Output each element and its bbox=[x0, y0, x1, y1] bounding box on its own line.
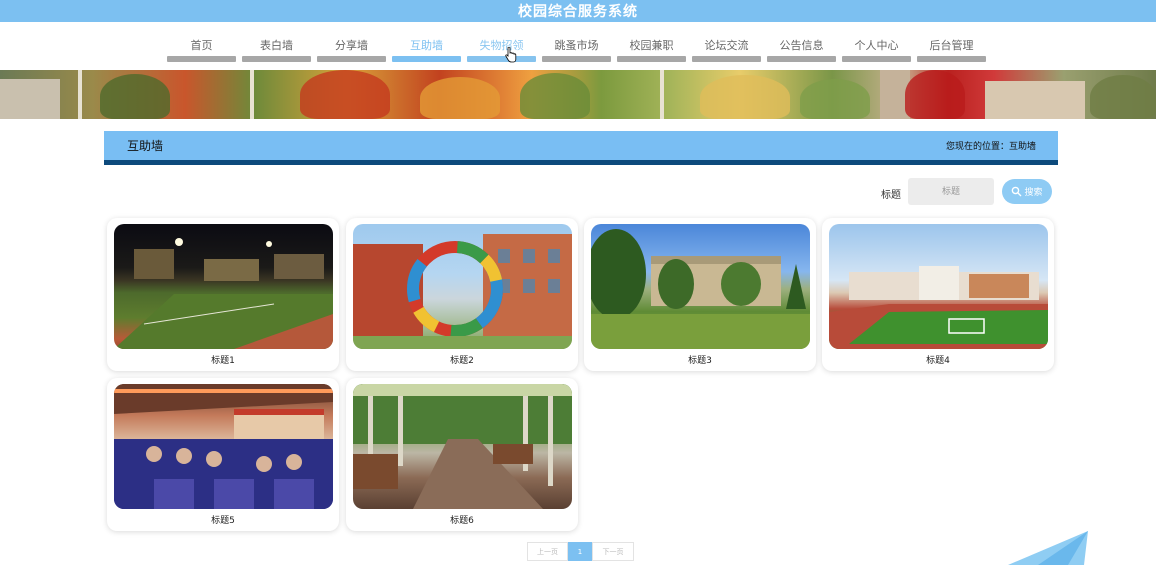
nav-item-share-wall[interactable]: 分享墙 bbox=[317, 22, 386, 70]
nav-item-flea-market[interactable]: 跳蚤市场 bbox=[542, 22, 611, 70]
search-input[interactable] bbox=[908, 178, 994, 205]
paper-plane-decoration-icon bbox=[1008, 531, 1088, 565]
hand-pointer-cursor-icon bbox=[505, 47, 517, 63]
nav-item-bar bbox=[692, 56, 761, 62]
nav-item-label: 个人中心 bbox=[854, 39, 899, 52]
nav-item-forum[interactable]: 论坛交流 bbox=[692, 22, 761, 70]
nav-item-confession-wall[interactable]: 表白墙 bbox=[242, 22, 311, 70]
nav-item-bar bbox=[167, 56, 236, 62]
search-button-label: 搜索 bbox=[1024, 188, 1043, 198]
card-title: 标题1 bbox=[211, 356, 235, 366]
nav-item-label: 论坛交流 bbox=[704, 39, 749, 52]
next-page-button[interactable]: 下一页 bbox=[592, 542, 634, 561]
nav-item-label: 跳蚤市场 bbox=[554, 39, 599, 52]
card-title: 标题3 bbox=[688, 356, 712, 366]
nav-item-bar bbox=[467, 56, 536, 62]
search-label: 标题 bbox=[881, 190, 901, 201]
card-thumbnail-image bbox=[829, 224, 1048, 349]
list-item[interactable]: 标题2 bbox=[346, 218, 578, 371]
nav-item-home[interactable]: 首页 bbox=[167, 22, 236, 70]
nav-item-announcements[interactable]: 公告信息 bbox=[767, 22, 836, 70]
card-title: 标题5 bbox=[211, 516, 235, 526]
card-thumbnail-image bbox=[114, 384, 333, 509]
prev-page-button[interactable]: 上一页 bbox=[527, 542, 568, 561]
title-bar: 校园综合服务系统 bbox=[0, 0, 1156, 22]
nav-item-bar bbox=[392, 56, 461, 62]
pagination: 上一页 1 下一页 bbox=[527, 542, 634, 561]
list-item[interactable]: 标题3 bbox=[584, 218, 816, 371]
nav-item-bar bbox=[617, 56, 686, 62]
nav-item-label: 校园兼职 bbox=[629, 39, 674, 52]
card-thumbnail-image bbox=[353, 384, 572, 509]
nav-item-bar bbox=[767, 56, 836, 62]
nav-item-profile[interactable]: 个人中心 bbox=[842, 22, 911, 70]
section-title: 互助墙 bbox=[127, 139, 164, 153]
nav-list: 首页 表白墙 分享墙 互助墙 失物招领 跳蚤市场 校园兼职 论坛交流 公告信息 … bbox=[167, 22, 992, 70]
list-item[interactable]: 标题5 bbox=[107, 378, 339, 531]
nav-item-label: 表白墙 bbox=[260, 39, 293, 52]
card-title: 标题2 bbox=[450, 356, 474, 366]
list-item[interactable]: 标题1 bbox=[107, 218, 339, 371]
nav-item-label: 分享墙 bbox=[335, 39, 368, 52]
app-title: 校园综合服务系统 bbox=[518, 4, 638, 20]
nav-item-admin[interactable]: 后台管理 bbox=[917, 22, 986, 70]
nav-item-lost-found[interactable]: 失物招领 bbox=[467, 22, 536, 70]
nav-item-label: 后台管理 bbox=[929, 39, 974, 52]
main-nav: 首页 表白墙 分享墙 互助墙 失物招领 跳蚤市场 校园兼职 论坛交流 公告信息 … bbox=[0, 22, 1156, 70]
card-title: 标题4 bbox=[926, 356, 950, 366]
nav-item-part-time[interactable]: 校园兼职 bbox=[617, 22, 686, 70]
card-thumbnail-image bbox=[353, 224, 572, 349]
nav-item-label: 首页 bbox=[190, 39, 213, 52]
card-title: 标题6 bbox=[450, 516, 474, 526]
nav-item-bar bbox=[917, 56, 986, 62]
nav-item-bar bbox=[242, 56, 311, 62]
breadcrumb: 您现在的位置：互助墙 bbox=[945, 142, 1036, 152]
campus-banner-image bbox=[0, 70, 1156, 119]
nav-item-bar bbox=[317, 56, 386, 62]
search-button[interactable]: 搜索 bbox=[1002, 179, 1052, 204]
page-number-button[interactable]: 1 bbox=[568, 542, 592, 561]
nav-item-label: 失物招领 bbox=[479, 39, 524, 52]
list-item[interactable]: 标题4 bbox=[822, 218, 1054, 371]
card-thumbnail-image bbox=[591, 224, 810, 349]
card-thumbnail-image bbox=[114, 224, 333, 349]
nav-item-label: 互助墙 bbox=[410, 39, 443, 52]
list-item[interactable]: 标题6 bbox=[346, 378, 578, 531]
section-header: 互助墙 您现在的位置：互助墙 bbox=[104, 131, 1058, 165]
search-icon bbox=[1012, 186, 1022, 197]
nav-item-label: 公告信息 bbox=[779, 39, 824, 52]
nav-item-bar bbox=[842, 56, 911, 62]
nav-item-help-wall[interactable]: 互助墙 bbox=[392, 22, 461, 70]
app-root: 校园综合服务系统 首页 表白墙 分享墙 互助墙 失物招领 跳蚤市场 校园兼职 论… bbox=[0, 0, 1156, 565]
nav-item-bar bbox=[542, 56, 611, 62]
